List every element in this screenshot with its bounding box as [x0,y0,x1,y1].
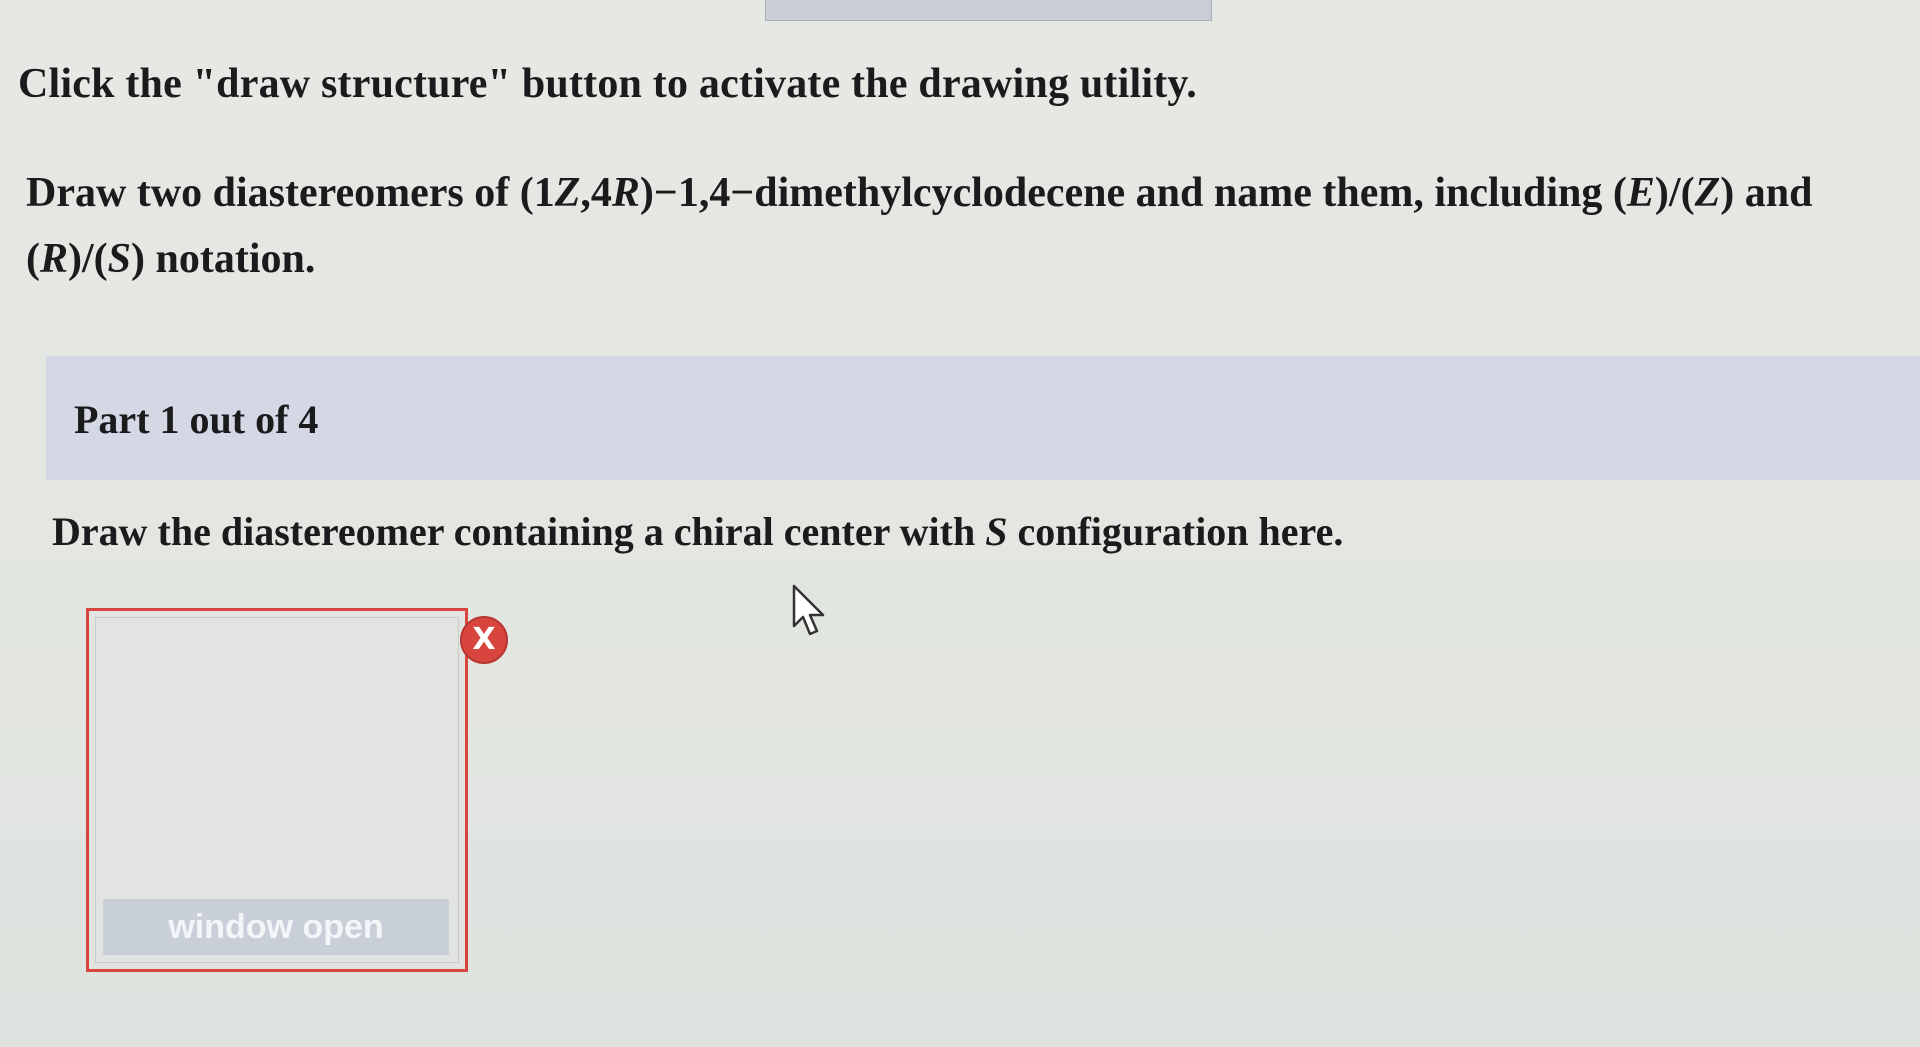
part-header: Part 1 out of 4 [46,356,1920,480]
instruction-text: Click the "draw structure" button to act… [18,61,1197,107]
question-text: Draw two diastereomers of (1Z,4R)−1,4−di… [26,170,1813,282]
close-icon[interactable]: X [460,616,508,664]
window-open-button[interactable]: window open [103,899,449,955]
mouse-pointer-icon [792,584,825,636]
part-prompt: Draw the diastereomer containing a chira… [52,509,1344,554]
part-label: Part 1 out of 4 [74,397,319,442]
top-tab [765,0,1212,21]
draw-structure-area[interactable]: window open [86,608,468,972]
